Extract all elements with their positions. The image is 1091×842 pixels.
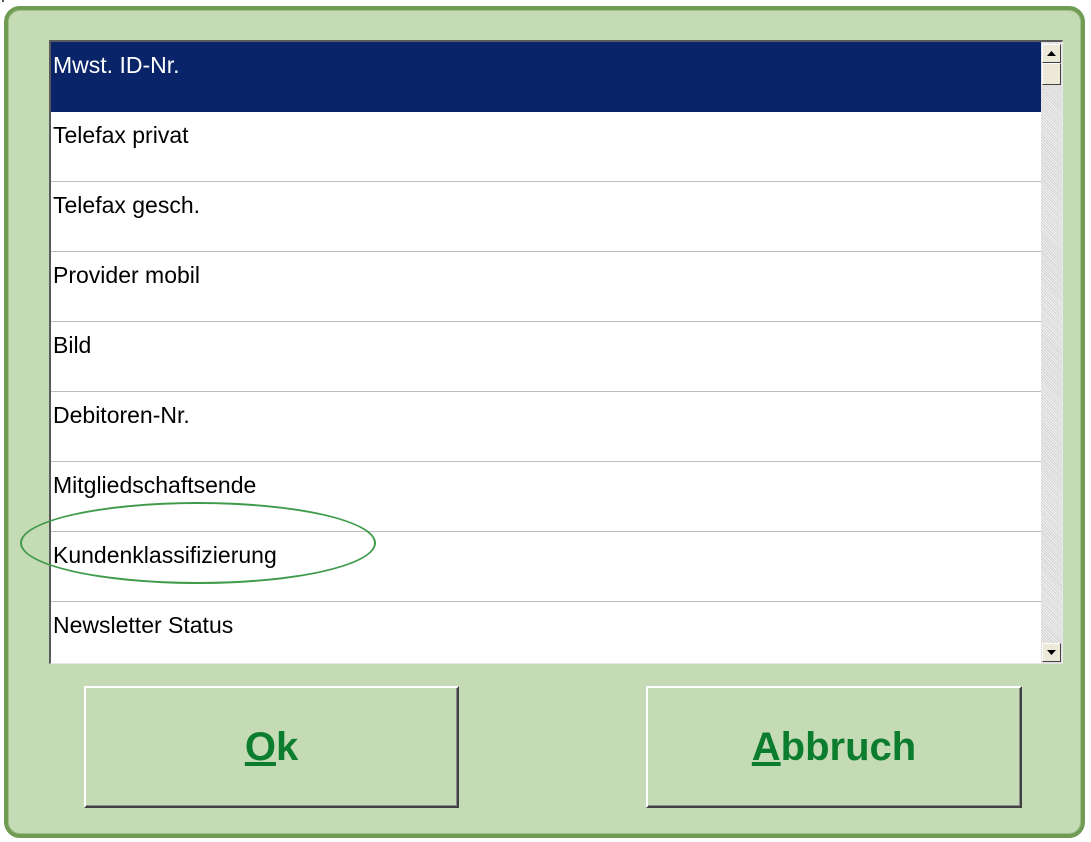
list-item[interactable]: Bild [51, 322, 1041, 392]
arrow-down-icon [1047, 649, 1056, 655]
list-item-label: Telefax privat [53, 122, 189, 148]
field-list-frame: Mwst. ID-Nr. Telefax privat Telefax gesc… [49, 40, 1063, 664]
list-item-label: Mitgliedschaftsende [53, 472, 257, 498]
ok-label-rest: k [275, 724, 299, 769]
list-item-label: Newsletter Status [53, 612, 234, 638]
scroll-up-button[interactable] [1042, 44, 1061, 63]
list-item-label: Mwst. ID-Nr. [53, 52, 180, 78]
list-item[interactable]: Mwst. ID-Nr. [51, 42, 1041, 112]
cancel-mnemonic: A [751, 724, 781, 769]
list-item-label: Kundenklassifizierung [53, 542, 277, 568]
cancel-label-rest: bbruch [780, 724, 917, 769]
scroll-down-button[interactable] [1042, 643, 1061, 662]
vertical-scrollbar[interactable] [1041, 42, 1062, 664]
list-item[interactable]: Telefax privat [51, 112, 1041, 182]
list-item-label: Debitoren-Nr. [53, 402, 190, 428]
corner-mark [2, 0, 4, 2]
list-item[interactable]: Telefax gesch. [51, 182, 1041, 252]
list-item-label: Provider mobil [53, 262, 200, 288]
ok-mnemonic: O [244, 724, 276, 769]
list-item-label: Telefax gesch. [53, 192, 201, 218]
field-list[interactable]: Mwst. ID-Nr. Telefax privat Telefax gesc… [51, 42, 1041, 664]
cancel-button[interactable]: Abbruch [646, 686, 1022, 808]
list-item[interactable]: Kundenklassifizierung [51, 532, 1041, 602]
scrollbar-thumb[interactable] [1042, 63, 1061, 85]
list-item[interactable]: Mitgliedschaftsende [51, 462, 1041, 532]
ok-button[interactable]: Ok [84, 686, 459, 808]
selection-dialog: Mwst. ID-Nr. Telefax privat Telefax gesc… [4, 6, 1085, 838]
list-item[interactable]: Newsletter Status [51, 602, 1041, 664]
list-item[interactable]: Debitoren-Nr. [51, 392, 1041, 462]
arrow-up-icon [1047, 50, 1056, 56]
list-item-label: Bild [53, 332, 92, 358]
list-item[interactable]: Provider mobil [51, 252, 1041, 322]
